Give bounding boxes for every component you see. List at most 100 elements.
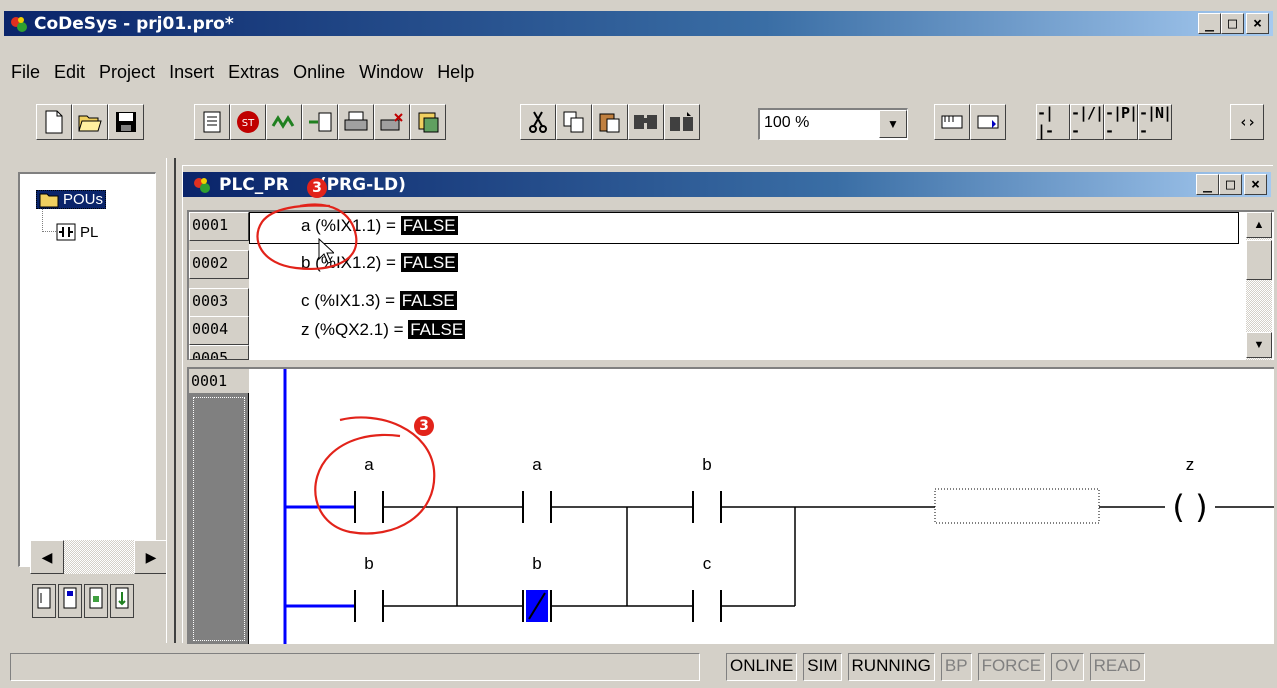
folder-icon: [39, 193, 59, 207]
stop-icon[interactable]: ST: [230, 104, 266, 140]
find-icon[interactable]: [628, 104, 664, 140]
status-message: [10, 653, 700, 681]
toolbar-file-group: [36, 104, 144, 140]
app-title-bar[interactable]: CoDeSys - prj01.pro* _ □ ×: [4, 11, 1273, 36]
status-sim: SIM: [803, 653, 842, 681]
toolbar: ST 100 % ▼ ‑| |‑ ‑|/|‑ ‑|P|‑ ‑|N|‑ ‹›: [4, 98, 1273, 154]
declaration-row[interactable]: z (%QX2.1) = FALSE: [301, 320, 466, 340]
line-number: 0002: [189, 250, 249, 279]
tree-node-plc-prg[interactable]: PL: [56, 223, 98, 241]
contact-a-1: [354, 491, 384, 523]
tree-connector: [42, 208, 56, 232]
tab-visualizations-icon[interactable]: [84, 584, 108, 618]
scroll-right-icon[interactable]: ▶: [134, 540, 168, 574]
editor-window: PLC_PR (PRG-LD) _ □ × 0001 0002 0003 0004…: [182, 165, 1274, 644]
scroll-thumb[interactable]: [1246, 240, 1272, 280]
scroll-up-icon[interactable]: ▲: [1246, 212, 1272, 238]
print-preview-icon[interactable]: [374, 104, 410, 140]
declaration-line-gutter: 0001 0002 0003 0004 0005: [189, 212, 249, 360]
contact-b-2: [354, 590, 384, 622]
minimize-button[interactable]: _: [1196, 174, 1219, 195]
contact-c: [692, 590, 722, 622]
scroll-track[interactable]: [64, 540, 134, 574]
window-controls: _ □ ×: [1198, 13, 1269, 34]
ladder-diagram: ( ) a a b b b c z: [283, 369, 1274, 644]
step-badge: 3: [307, 178, 327, 198]
toolbar-coil-group: ‹›: [1230, 104, 1264, 140]
toolbar-network-group: [934, 104, 1006, 140]
positive-edge-contact-button[interactable]: ‑|P|‑: [1104, 104, 1138, 140]
svg-text:ST: ST: [242, 118, 255, 129]
line-number: 0005: [189, 345, 249, 360]
menu-project[interactable]: Project: [92, 60, 162, 88]
tab-resources-icon[interactable]: [110, 584, 134, 618]
contact-label: c: [703, 554, 712, 573]
declaration-editor[interactable]: 0001 0002 0003 0004 0005 a (%IX1.1) = FA…: [187, 210, 1274, 360]
contact-a-2: [522, 491, 552, 523]
contact-label: b: [702, 455, 711, 474]
save-icon[interactable]: [108, 104, 144, 140]
contact-label: a: [532, 455, 542, 474]
contact-button[interactable]: ‑| |‑: [1036, 104, 1070, 140]
contact-label: a: [364, 455, 374, 474]
status-ov: OV: [1051, 653, 1084, 681]
pane-splitter[interactable]: [166, 158, 176, 643]
editor-title-bar[interactable]: PLC_PR (PRG-LD) _ □ ×: [183, 172, 1271, 197]
declaration-row[interactable]: c (%IX1.3) = FALSE: [301, 291, 457, 311]
minimize-button[interactable]: _: [1198, 13, 1221, 34]
menu-extras[interactable]: Extras: [221, 60, 286, 88]
print-icon[interactable]: [338, 104, 374, 140]
variable-text: b (%IX1.2) =: [301, 253, 401, 272]
variable-text: c (%IX1.3) =: [301, 291, 400, 310]
menu-edit[interactable]: Edit: [47, 60, 92, 88]
status-indicators: ONLINE SIM RUNNING BP FORCE OV READ: [726, 653, 1145, 681]
status-force: FORCE: [977, 653, 1046, 681]
open-folder-icon[interactable]: [72, 104, 108, 140]
coil-button[interactable]: ‹›: [1230, 104, 1264, 140]
codesys-app-icon: [11, 17, 27, 32]
mouse-cursor-icon: [318, 238, 334, 264]
menu-insert[interactable]: Insert: [162, 60, 221, 88]
tree-node-pous[interactable]: POUs: [36, 190, 107, 209]
status-bp: BP: [940, 653, 972, 681]
scroll-down-icon[interactable]: ▼: [1246, 332, 1272, 358]
restore-button[interactable]: □: [1219, 174, 1242, 195]
menu-help[interactable]: Help: [430, 60, 481, 88]
network-after-icon[interactable]: [934, 104, 970, 140]
step-icon[interactable]: [302, 104, 338, 140]
copy-icon[interactable]: [556, 104, 592, 140]
negated-contact-button[interactable]: ‑|/|‑: [1070, 104, 1104, 140]
run-icon[interactable]: [266, 104, 302, 140]
contact-b-1: [692, 491, 722, 523]
object-icon[interactable]: [410, 104, 446, 140]
login-icon[interactable]: [194, 104, 230, 140]
chevron-down-icon[interactable]: ▼: [879, 110, 907, 138]
negated-contact-b: [522, 590, 552, 622]
toolbar-edit-group: [520, 104, 700, 140]
contact-label: b: [532, 554, 541, 573]
restore-button[interactable]: □: [1221, 13, 1244, 34]
menu-online[interactable]: Online: [286, 60, 352, 88]
close-button[interactable]: ×: [1244, 174, 1267, 195]
paste-icon[interactable]: [592, 104, 628, 140]
menu-window[interactable]: Window: [352, 60, 430, 88]
ld-pou-icon: [56, 223, 76, 241]
find-next-icon[interactable]: [664, 104, 700, 140]
organizer-horizontal-scrollbar[interactable]: ◀ ▶: [30, 540, 168, 574]
network-before-icon[interactable]: [970, 104, 1006, 140]
negative-edge-contact-button[interactable]: ‑|N|‑: [1138, 104, 1172, 140]
declaration-row[interactable]: a (%IX1.1) = FALSE: [301, 216, 458, 236]
declaration-vertical-scrollbar[interactable]: ▲ ▼: [1246, 212, 1272, 360]
pou-tree: POUs PL: [18, 172, 156, 567]
zoom-select[interactable]: 100 % ▼: [758, 108, 908, 140]
tab-data-types-icon[interactable]: [58, 584, 82, 618]
new-file-icon[interactable]: [36, 104, 72, 140]
ladder-editor[interactable]: 0001 () a a b b b c z: [187, 367, 1274, 644]
menu-file[interactable]: File: [4, 60, 47, 88]
contact-label: b: [364, 554, 373, 573]
tree-node-label: POUs: [63, 191, 104, 208]
scroll-left-icon[interactable]: ◀: [30, 540, 64, 574]
tab-pous-icon[interactable]: [32, 584, 56, 618]
close-button[interactable]: ×: [1246, 13, 1269, 34]
cut-icon[interactable]: [520, 104, 556, 140]
